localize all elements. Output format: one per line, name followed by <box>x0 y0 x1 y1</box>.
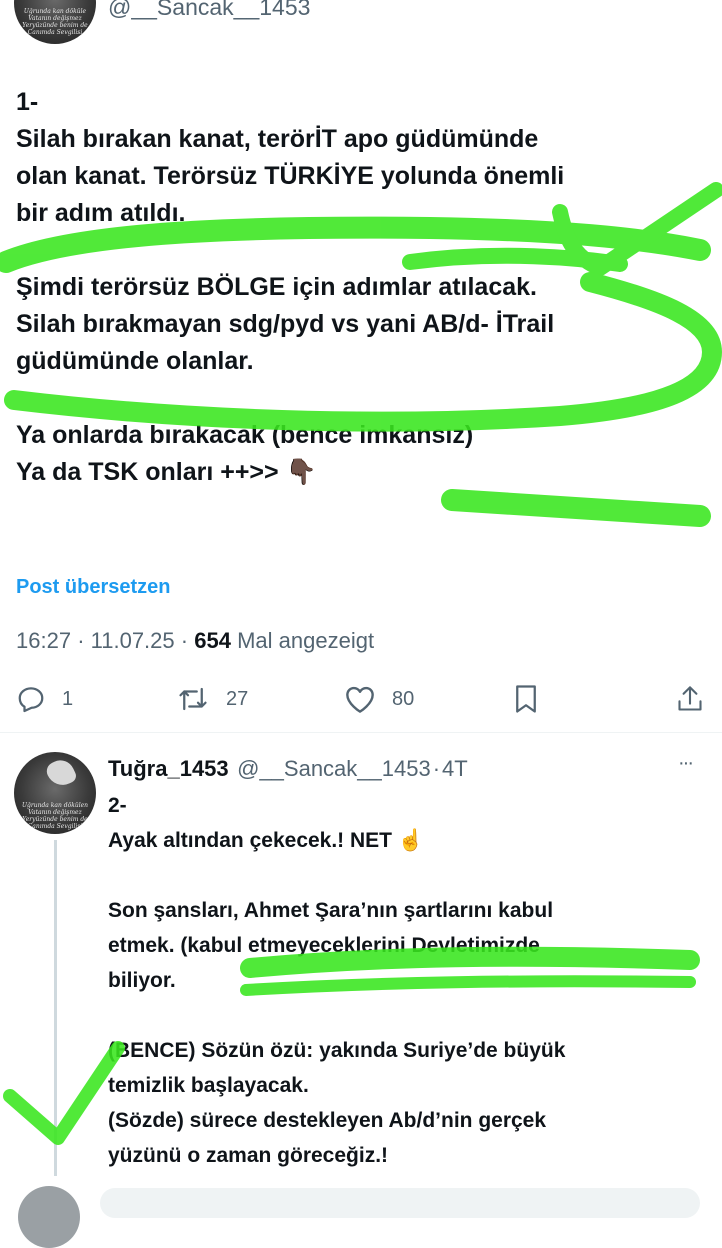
tweet-line: Silah bırakan kanat, terörİT apo güdümün… <box>16 125 539 153</box>
tweet-line: 1- <box>16 88 39 116</box>
reply-line: temizlik başlayacak. <box>108 1074 309 1097</box>
post-age[interactable]: 4T <box>442 756 468 781</box>
tweet-time[interactable]: 16:27 <box>16 628 71 653</box>
reply-header: Tuğra_1453 @__Sancak__1453·4T <box>108 756 468 782</box>
tweet-line: güdümünde olanlar. <box>16 347 254 375</box>
reply-text: 2- Ayak altından çekecek.! NET ☝️ Son şa… <box>108 788 718 1173</box>
author-handle[interactable]: @__Sancak__1453 <box>237 756 431 781</box>
reply-line: etmek. (kabul etmeyeceklerini Devletimiz… <box>108 934 540 957</box>
reply-line: (BENCE) Sözün özü: yakında Suriye’de büy… <box>108 1039 566 1062</box>
meta-separator: · <box>77 628 85 653</box>
author-handle[interactable]: @__Sancak__1453 <box>108 0 310 21</box>
tweet-line: Ya da TSK onları ++>> 👇🏿 <box>16 458 317 486</box>
share-icon[interactable] <box>676 683 704 715</box>
reply-line: yüzünü o zaman göreceğiz.! <box>108 1144 389 1167</box>
thread-line <box>54 840 57 1176</box>
tweet-text: 1- Silah bırakan kanat, terörİT apo güdü… <box>16 84 716 491</box>
bookmark-icon[interactable] <box>513 684 539 714</box>
views-count: 654 <box>194 628 231 653</box>
tweet-meta: 16:27 · 11.07.25 · 654 Mal angezeigt <box>16 628 374 654</box>
tweet-line: bir adım atıldı. <box>16 199 186 227</box>
reply-avatar[interactable]: Uğrunda kan dökülen Vatanın değişmez Yer… <box>14 752 96 834</box>
avatar-caption: Uğrunda kan döküle Vatanın değişmez Yery… <box>22 8 88 36</box>
next-avatar[interactable] <box>18 1186 80 1248</box>
avatar[interactable]: Uğrunda kan döküle Vatanın değişmez Yery… <box>14 0 96 44</box>
tweet-line: Ya onlarda bırakacak (bence imkansız) <box>16 421 474 449</box>
reply-line: biliyor. <box>108 969 176 992</box>
like-icon[interactable] <box>344 684 376 714</box>
reply-line: 2- <box>108 794 127 817</box>
reply-count: 1 <box>62 688 74 710</box>
meta-separator: · <box>180 628 189 653</box>
avatar-figure <box>43 755 79 791</box>
translate-link[interactable]: Post übersetzen <box>16 576 170 599</box>
views-label: Mal angezeigt <box>237 628 375 653</box>
reply-icon[interactable] <box>16 684 46 714</box>
repost-count: 27 <box>226 688 249 710</box>
like-count: 80 <box>392 688 415 710</box>
next-reply-box[interactable] <box>100 1188 700 1218</box>
tweet-date[interactable]: 11.07.25 <box>91 628 175 653</box>
repost-icon[interactable] <box>178 684 208 714</box>
avatar-caption: Uğrunda kan dökülen Vatanın değişmez Yer… <box>21 802 89 830</box>
tweet-line: Silah bırakmayan sdg/pyd vs yani AB/d- İ… <box>16 310 555 338</box>
author-name[interactable]: Tuğra_1453 <box>108 756 229 781</box>
reply-line: Son şansları, Ahmet Şara’nın şartlarını … <box>108 899 554 922</box>
tweet-line: Şimdi terörsüz BÖLGE için adımlar atılac… <box>16 273 537 301</box>
divider <box>0 732 722 733</box>
reply-line: Ayak altından çekecek.! NET ☝️ <box>108 829 424 852</box>
reply-line: (Sözde) sürece destekleyen Ab/d’nin gerç… <box>108 1109 547 1132</box>
more-options-icon[interactable]: ··· <box>678 752 694 775</box>
tweet-line: olan kanat. Terörsüz TÜRKİYE yolunda öne… <box>16 162 565 190</box>
header-separator: · <box>432 756 441 781</box>
